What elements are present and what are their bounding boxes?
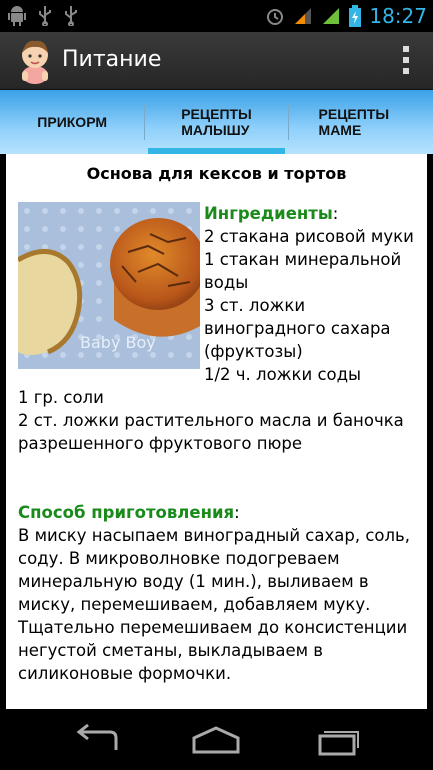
navigation-bar — [0, 710, 433, 770]
ingredient-item: 2 стакана рисовой муки — [204, 227, 414, 246]
tab-label: МАЛЫШУ — [181, 122, 250, 138]
recipe-body: Baby Boy Ингредиенты: 2 стакана рисовой … — [6, 190, 427, 685]
tab-recipes-mom[interactable]: РЕЦЕПТЫ МАМЕ — [289, 90, 433, 154]
ingredient-item: 2 ст. ложки растительного масла и баночк… — [18, 411, 404, 453]
clock: 18:27 — [369, 4, 427, 28]
ingredients-heading: Ингредиенты — [204, 204, 333, 223]
tab-label: РЕЦЕПТЫ — [318, 106, 390, 122]
recipe-photo: Baby Boy — [18, 202, 200, 369]
tab-recipes-baby[interactable]: РЕЦЕПТЫ МАЛЫШУ — [144, 90, 288, 154]
ingredient-item: 1/2 ч. ложки соды — [204, 365, 362, 384]
battery-icon — [349, 5, 362, 27]
usb-icon — [39, 6, 51, 26]
alarm-icon — [267, 9, 284, 25]
method-colon: : — [234, 503, 240, 522]
usb-icon — [65, 6, 77, 26]
tab-label: ПРИКОРМ — [37, 114, 108, 130]
tab-bar: ПРИКОРМ РЕЦЕПТЫ МАЛЫШУ РЕЦЕПТЫ МАМЕ — [0, 90, 433, 154]
ingredients-colon: : — [332, 204, 339, 223]
signal-icon — [323, 8, 340, 24]
tab-label: РЕЦЕПТЫ — [181, 106, 252, 122]
recipe-title: Основа для кексов и тортов — [86, 164, 347, 183]
home-icon[interactable] — [186, 724, 246, 756]
tab-label: МАМЕ — [318, 122, 362, 138]
photo-caption: Baby Boy — [80, 333, 156, 352]
recent-apps-icon[interactable] — [306, 724, 366, 756]
status-bar: 18:27 — [0, 0, 433, 32]
method-heading: Способ приготовления — [18, 503, 235, 522]
signal-icon — [295, 8, 312, 24]
tab-prikorm[interactable]: ПРИКОРМ — [0, 90, 144, 154]
baby-avatar-icon[interactable] — [14, 37, 56, 85]
action-bar: Питание — [0, 32, 433, 90]
overflow-menu-icon[interactable] — [399, 44, 413, 76]
ingredient-item: 1 стакан минеральной воды — [204, 250, 402, 292]
recipe-content[interactable]: Основа для кексов и тортов Baby Boy Ингр… — [6, 154, 427, 709]
android-icon — [8, 6, 26, 26]
ingredient-item: 1 гр. соли — [18, 388, 104, 407]
method-text: В миску насыпаем виноградный сахар, соль… — [18, 526, 411, 683]
ingredient-item: 3 ст. ложки виноградного сахара (фруктоз… — [204, 296, 391, 361]
app-title: Питание — [62, 47, 162, 72]
back-icon[interactable] — [66, 724, 126, 756]
